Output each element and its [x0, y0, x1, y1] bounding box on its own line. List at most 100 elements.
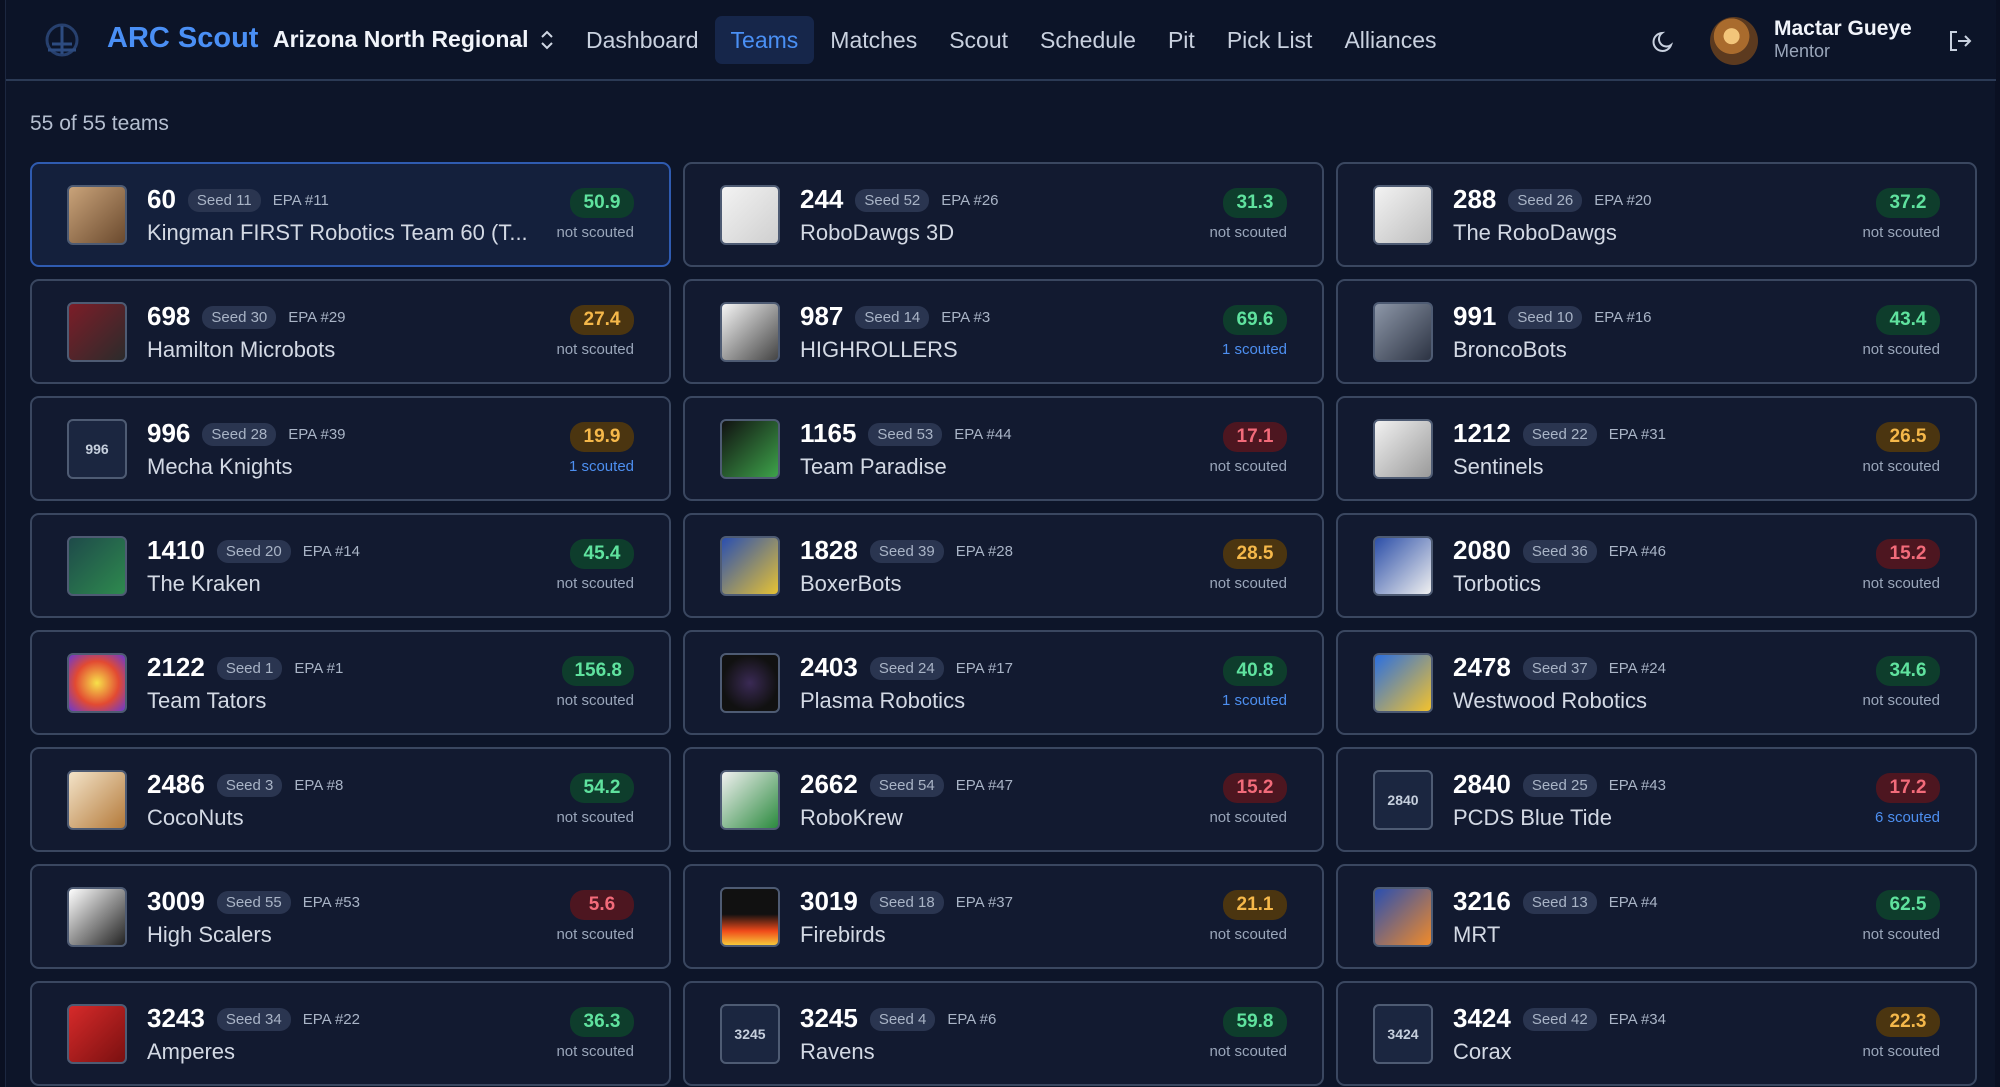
team-card[interactable]: 2486 Seed 3 EPA #8 CocoNuts 54.2 not scouted	[30, 747, 671, 852]
team-number: 60	[147, 184, 176, 214]
arc-logo-icon	[45, 23, 79, 57]
scouted-status: not scouted	[556, 692, 634, 709]
team-logo: 3245	[720, 1004, 780, 1064]
team-card[interactable]: 1410 Seed 20 EPA #14 The Kraken 45.4 not scou…	[30, 513, 671, 618]
seed-badge: Seed 36	[1522, 540, 1597, 563]
team-number: 996	[147, 418, 191, 448]
team-number: 2840	[1453, 769, 1511, 799]
team-name: Plasma Robotics	[800, 688, 966, 713]
epa-badge: 40.8	[1223, 656, 1287, 686]
logout-icon[interactable]	[1946, 27, 1974, 55]
scouted-status: 1 scouted	[1221, 341, 1287, 358]
team-card[interactable]: 288 Seed 26 EPA #20 The RoboDawgs 37.2 not sc…	[1336, 162, 1977, 267]
epa-rank: EPA #28	[955, 543, 1013, 560]
team-name: Amperes	[147, 1039, 236, 1064]
scouted-status: not scouted	[556, 926, 634, 943]
team-logo	[720, 302, 780, 362]
seed-badge: Seed 22	[1522, 423, 1597, 446]
epa-badge: 22.3	[1876, 1007, 1940, 1037]
epa-badge: 15.2	[1876, 539, 1940, 569]
team-card[interactable]: 60 Seed 11 EPA #11 Kingman FIRST Robotics T…	[30, 162, 671, 267]
team-name: BroncoBots	[1453, 337, 1567, 362]
team-card[interactable]: 3424 3424 Seed 42 EPA #34 Corax 22.3 not scout…	[1336, 981, 1977, 1086]
seed-badge: Seed 52	[855, 189, 930, 212]
nav-alliances[interactable]: Alliances	[1328, 16, 1452, 64]
team-name: High Scalers	[147, 922, 272, 947]
epa-rank: EPA #3	[941, 309, 991, 326]
scouted-status: 1 scouted	[1221, 692, 1287, 709]
top-navbar: ARC Scout Arizona North Regional Dashboa…	[6, 0, 1996, 81]
team-number: 2486	[147, 769, 205, 799]
team-card[interactable]: 2840 2840 Seed 25 EPA #43 PCDS Blue Tide 17.2…	[1336, 747, 1977, 852]
team-card[interactable]: 1165 Seed 53 EPA #44 Team Paradise 17.1 not s…	[683, 396, 1324, 501]
team-card[interactable]: 996 996 Seed 28 EPA #39 Mecha Knights 19.9 1 s…	[30, 396, 671, 501]
epa-badge: 36.3	[570, 1007, 634, 1037]
user-name: Mactar Gueye	[1774, 17, 1912, 40]
team-logo	[1373, 653, 1433, 713]
avatar[interactable]	[1710, 17, 1758, 65]
nav-schedule[interactable]: Schedule	[1024, 16, 1152, 64]
epa-badge: 17.1	[1223, 422, 1287, 452]
team-card[interactable]: 2122 Seed 1 EPA #1 Team Tators 156.8 not scou…	[30, 630, 671, 735]
team-logo	[1373, 302, 1433, 362]
epa-badge: 26.5	[1876, 422, 1940, 452]
epa-rank: EPA #16	[1594, 309, 1652, 326]
team-name: Kingman FIRST Robotics Team 60 (T...	[147, 220, 528, 245]
team-name: RoboKrew	[800, 805, 903, 830]
team-logo	[720, 653, 780, 713]
team-card[interactable]: 1828 Seed 39 EPA #28 BoxerBots 28.5 not scout…	[683, 513, 1324, 618]
team-card[interactable]: 991 Seed 10 EPA #16 BroncoBots 43.4 not scout…	[1336, 279, 1977, 384]
nav-pick-list[interactable]: Pick List	[1211, 16, 1329, 64]
seed-badge: Seed 37	[1522, 657, 1597, 680]
team-card[interactable]: 698 Seed 30 EPA #29 Hamilton Microbots 27.4 n…	[30, 279, 671, 384]
team-card[interactable]: 2403 Seed 24 EPA #17 Plasma Robotics 40.8 1 s…	[683, 630, 1324, 735]
team-name: Corax	[1453, 1039, 1512, 1064]
seed-badge: Seed 20	[216, 540, 291, 563]
epa-rank: EPA #29	[288, 309, 346, 326]
epa-badge: 37.2	[1876, 188, 1940, 218]
event-select[interactable]: Arizona North Regional	[273, 26, 555, 53]
team-number: 3245	[800, 1003, 858, 1033]
team-number: 3243	[147, 1003, 205, 1033]
scouted-status: not scouted	[1209, 926, 1287, 943]
team-card[interactable]: 3019 Seed 18 EPA #37 Firebirds 21.1 not scout…	[683, 864, 1324, 969]
team-number: 2122	[147, 652, 205, 682]
seed-badge: Seed 25	[1522, 774, 1597, 797]
epa-rank: EPA #44	[954, 426, 1012, 443]
team-logo: 996	[67, 419, 127, 479]
team-name: The Kraken	[147, 571, 261, 596]
brand[interactable]: ARC Scout	[40, 20, 258, 60]
team-name: MRT	[1453, 922, 1501, 947]
scouted-status: not scouted	[1862, 1043, 1940, 1060]
nav-scout[interactable]: Scout	[933, 16, 1024, 64]
team-number: 1165	[800, 418, 857, 448]
team-card[interactable]: 987 Seed 14 EPA #3 HIGHROLLERS 69.6 1 scouted	[683, 279, 1324, 384]
team-card[interactable]: 2478 Seed 37 EPA #24 Westwood Robotics 34.6 n…	[1336, 630, 1977, 735]
team-name: Westwood Robotics	[1453, 688, 1648, 713]
epa-badge: 50.9	[570, 188, 634, 218]
epa-rank: EPA #1	[294, 660, 344, 677]
team-logo	[1373, 536, 1433, 596]
epa-rank: EPA #4	[1608, 894, 1658, 911]
team-card[interactable]: 3216 Seed 13 EPA #4 MRT 62.5 not scouted	[1336, 864, 1977, 969]
epa-badge: 5.6	[570, 890, 634, 920]
epa-badge: 31.3	[1223, 188, 1287, 218]
team-card[interactable]: 3243 Seed 34 EPA #22 Amperes 36.3 not scouted	[30, 981, 671, 1086]
nav-teams[interactable]: Teams	[714, 16, 815, 64]
team-card[interactable]: 244 Seed 52 EPA #26 RoboDawgs 3D 31.3 not sco…	[683, 162, 1324, 267]
nav-dashboard[interactable]: Dashboard	[570, 16, 715, 64]
nav-matches[interactable]: Matches	[814, 16, 933, 64]
scouted-status: not scouted	[1209, 458, 1287, 475]
team-card[interactable]: 1212 Seed 22 EPA #31 Sentinels 26.5 not scout…	[1336, 396, 1977, 501]
seed-badge: Seed 1	[216, 657, 283, 680]
epa-rank: EPA #47	[955, 777, 1013, 794]
team-card[interactable]: 2662 Seed 54 EPA #47 RoboKrew 15.2 not scoute…	[683, 747, 1324, 852]
nav-pit[interactable]: Pit	[1152, 16, 1211, 64]
moon-icon[interactable]	[1651, 27, 1679, 55]
epa-rank: EPA #22	[302, 1011, 360, 1028]
team-card[interactable]: 3009 Seed 55 EPA #53 High Scalers 5.6 not sco…	[30, 864, 671, 969]
team-card[interactable]: 2080 Seed 36 EPA #46 Torbotics 15.2 not scout…	[1336, 513, 1977, 618]
team-grid: 60 Seed 11 EPA #11 Kingman FIRST Robotics T…	[30, 162, 1977, 1086]
team-card[interactable]: 3245 3245 Seed 4 EPA #6 Ravens 59.8 not scoute…	[683, 981, 1324, 1086]
epa-rank: EPA #11	[272, 192, 329, 209]
